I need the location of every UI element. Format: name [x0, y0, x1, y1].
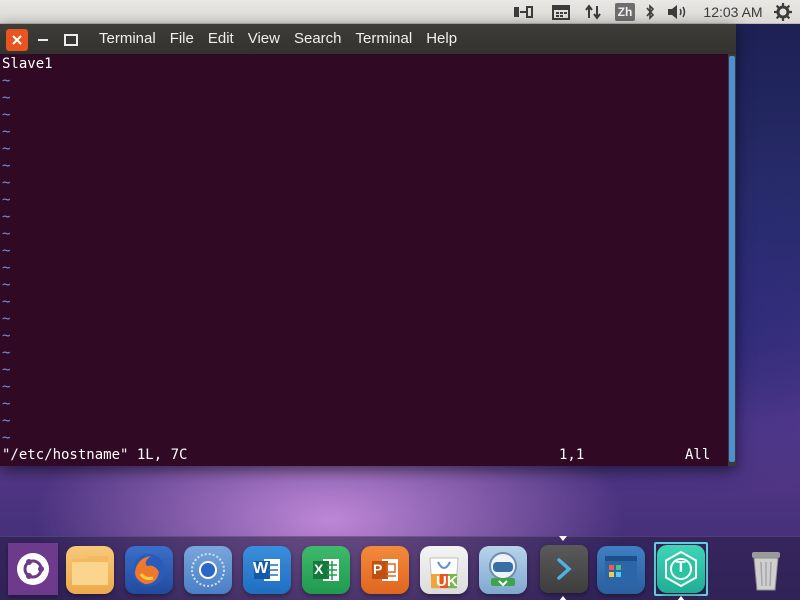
menu-file[interactable]: File	[163, 24, 201, 54]
vim-empty-line-marker: ~	[2, 192, 11, 208]
software-center-icon[interactable]: UK	[420, 546, 468, 594]
chromium-icon[interactable]	[184, 546, 232, 594]
wps-presentation-letter: P	[373, 561, 383, 577]
menu-help[interactable]: Help	[419, 24, 464, 54]
running-indicator-icon	[677, 596, 685, 600]
menu-bar: Terminal File Edit View Search Terminal …	[92, 24, 464, 54]
running-indicator-icon	[559, 596, 567, 600]
top-panel: Zh 12:03 AM	[0, 0, 800, 24]
vim-empty-line-marker: ~	[2, 277, 11, 293]
menu-view[interactable]: View	[241, 24, 287, 54]
terminal-window: Terminal File Edit View Search Terminal …	[0, 24, 736, 466]
minimize-icon	[38, 39, 48, 41]
software-updater-icon[interactable]	[479, 546, 527, 594]
input-method-icon[interactable]: Zh	[612, 0, 638, 24]
vim-empty-line-marker: ~	[2, 243, 11, 259]
keyboard-layout-icon[interactable]	[508, 0, 538, 24]
network-transfer-icon[interactable]	[580, 0, 606, 24]
vim-empty-line-marker: ~	[2, 430, 11, 446]
vim-empty-line-marker: ~	[2, 73, 11, 89]
software-center-label: UK	[436, 573, 458, 590]
vim-empty-line-marker: ~	[2, 175, 11, 191]
workspace-switcher-icon[interactable]	[597, 546, 645, 594]
ubuntu-dash-icon[interactable]	[8, 543, 58, 595]
wps-presentation-icon[interactable]: P	[361, 546, 409, 594]
vim-status-line: "/etc/hostname" 1L, 7C 1,1 All	[2, 447, 722, 464]
vim-empty-line-marker: ~	[2, 345, 11, 361]
vim-empty-line-marker: ~	[2, 294, 11, 310]
menu-terminal[interactable]: Terminal	[349, 24, 420, 54]
minimize-button[interactable]	[32, 29, 54, 51]
terminal-line-hostname: Slave1	[2, 56, 53, 72]
vim-empty-line-marker: ~	[2, 260, 11, 276]
vim-empty-line-marker: ~	[2, 311, 11, 327]
files-icon[interactable]	[66, 546, 114, 594]
menu-app-title[interactable]: Terminal	[92, 24, 163, 54]
firefox-icon[interactable]	[125, 546, 173, 594]
volume-icon[interactable]	[664, 0, 692, 24]
vim-empty-line-marker: ~	[2, 226, 11, 242]
wps-spreadsheets-letter: X	[314, 561, 324, 577]
vim-empty-line-marker: ~	[2, 379, 11, 395]
trash-icon[interactable]	[742, 546, 790, 594]
menu-search[interactable]: Search	[287, 24, 349, 54]
clock[interactable]: 12:03 AM	[698, 0, 768, 24]
terminal-icon[interactable]	[540, 545, 588, 593]
vim-empty-line-marker: ~	[2, 362, 11, 378]
scrollbar-thumb[interactable]	[729, 56, 735, 462]
close-button[interactable]	[6, 29, 28, 51]
vim-empty-line-marker: ~	[2, 124, 11, 140]
vim-empty-line-marker: ~	[2, 328, 11, 344]
wps-writer-icon[interactable]: W	[243, 546, 291, 594]
status-file-info: "/etc/hostname" 1L, 7C	[2, 447, 188, 463]
vim-empty-line-marker: ~	[2, 141, 11, 157]
maximize-button[interactable]	[60, 29, 82, 51]
terminal-scrollbar[interactable]	[728, 54, 736, 466]
window-titlebar[interactable]: Terminal File Edit View Search Terminal …	[0, 24, 736, 54]
vim-empty-line-marker: ~	[2, 209, 11, 225]
app-icon-t-letter: T	[676, 559, 686, 576]
running-indicator-icon	[559, 536, 567, 541]
system-gear-icon[interactable]	[770, 0, 796, 24]
vim-empty-line-marker: ~	[2, 396, 11, 412]
calendar-icon[interactable]	[546, 0, 576, 24]
terminal-area[interactable]: Slave1 "/etc/hostname" 1L, 7C 1,1 All ~ ~…	[0, 54, 728, 466]
status-cursor-position: 1,1	[559, 447, 585, 463]
menu-edit[interactable]: Edit	[201, 24, 241, 54]
dock: W X P UK T	[0, 536, 800, 600]
wps-writer-letter: W	[253, 560, 269, 577]
maximize-icon	[64, 34, 78, 46]
input-method-label: Zh	[615, 3, 635, 21]
vim-empty-line-marker: ~	[2, 107, 11, 123]
vim-empty-line-marker: ~	[2, 413, 11, 429]
vim-empty-line-marker: ~	[2, 158, 11, 174]
bluetooth-icon[interactable]	[640, 0, 660, 24]
app-icon-t[interactable]: T	[657, 545, 705, 593]
vim-empty-line-marker: ~	[2, 90, 11, 106]
close-icon	[12, 35, 22, 45]
wps-spreadsheets-icon[interactable]: X	[302, 546, 350, 594]
status-scroll-indicator: All	[685, 447, 711, 463]
